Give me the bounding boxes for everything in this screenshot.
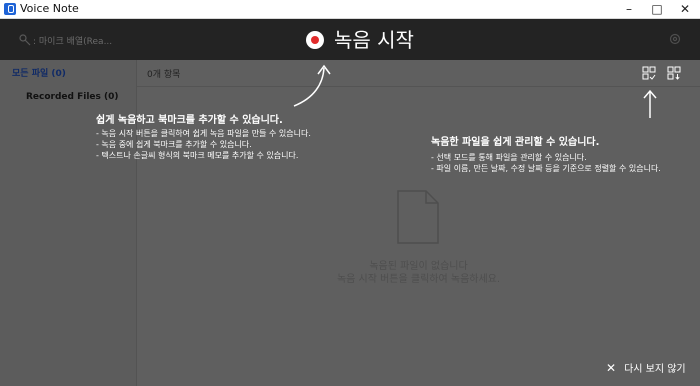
title-bar: Voice Note – □ ✕ — [0, 0, 700, 19]
record-button[interactable]: 녹음 시작 — [306, 29, 414, 51]
sidebar-item-recorded-files[interactable]: Recorded Files (0) — [26, 92, 119, 102]
empty-state-hint: 녹음 시작 버튼을 클릭하여 녹음하세요. — [336, 274, 501, 285]
document-icon — [397, 190, 439, 244]
microphone-device-label[interactable]: : 마이크 배열(Rea... — [33, 34, 112, 47]
manage-tip-title: 녹음한 파일을 쉽게 관리할 수 있습니다. — [431, 137, 600, 148]
record-icon — [306, 31, 324, 49]
sidebar — [0, 60, 137, 386]
sort-icon[interactable] — [667, 66, 681, 80]
maximize-button[interactable]: □ — [643, 0, 671, 18]
select-mode-icon[interactable] — [642, 66, 656, 80]
manage-tip-line: - 파일 이름, 만든 날짜, 수정 날짜 등을 기준으로 정렬할 수 있습니다… — [431, 164, 661, 173]
sidebar-item-all-files[interactable]: 모든 파일 (0) — [12, 66, 66, 79]
record-tip-line: - 텍스트나 손글씨 형식의 북마크 메모를 추가할 수 있습니다. — [96, 151, 299, 160]
item-count: 0개 항목 — [147, 70, 181, 80]
record-tip-arrow — [293, 64, 331, 107]
list-header — [137, 60, 700, 87]
record-tip-title: 쉽게 녹음하고 북마크를 추가할 수 있습니다. — [96, 115, 283, 126]
record-button-label: 녹음 시작 — [334, 28, 414, 52]
gear-icon[interactable] — [668, 32, 682, 46]
dont-show-again-label: 다시 보지 않기 — [624, 364, 686, 375]
microphone-icon[interactable] — [18, 33, 32, 47]
manage-tip-line: - 선택 모드를 통해 파일을 관리할 수 있습니다. — [431, 153, 587, 162]
record-tip-line: - 녹음 중에 쉽게 북마크를 추가할 수 있습니다. — [96, 140, 252, 149]
voice-note-app-icon — [4, 3, 16, 15]
minimize-button[interactable]: – — [615, 0, 643, 18]
window-title: Voice Note — [20, 2, 79, 15]
close-icon: ✕ — [606, 360, 617, 375]
record-tip-line: - 녹음 시작 버튼을 클릭하여 쉽게 녹음 파일을 만들 수 있습니다. — [96, 129, 311, 138]
close-window-button[interactable]: ✕ — [671, 0, 699, 18]
manage-tip-arrow — [643, 89, 657, 118]
dont-show-again-button[interactable]: ✕ 다시 보지 않기 — [606, 360, 686, 376]
